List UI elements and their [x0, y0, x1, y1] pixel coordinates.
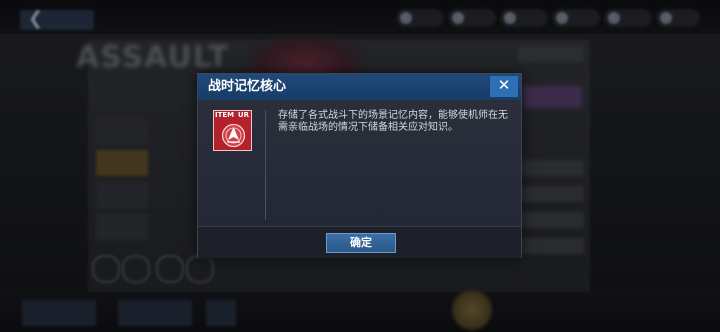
dialog-header: 战时记忆核心 ✕	[198, 74, 521, 100]
item-description: 存储了各式战斗下的场景记忆内容，能够使机师在无需亲临战场的情况下储备相关应对知识…	[278, 110, 508, 133]
dialog-footer: 确定	[198, 226, 521, 258]
close-icon: ✕	[497, 76, 511, 94]
item-rarity: UR	[237, 111, 249, 119]
close-button[interactable]: ✕	[490, 76, 518, 97]
memory-core-emblem-icon	[221, 123, 246, 148]
item-info-dialog: 战时记忆核心 ✕ ITEM UR 存储了各式战斗下的场景记忆内容，能够使机师在无…	[197, 73, 522, 258]
item-tag: ITEM	[215, 111, 235, 119]
confirm-button[interactable]: 确定	[326, 233, 396, 253]
dialog-divider	[265, 110, 266, 220]
dialog-title: 战时记忆核心	[208, 79, 287, 94]
item-card: ITEM UR	[213, 110, 252, 151]
